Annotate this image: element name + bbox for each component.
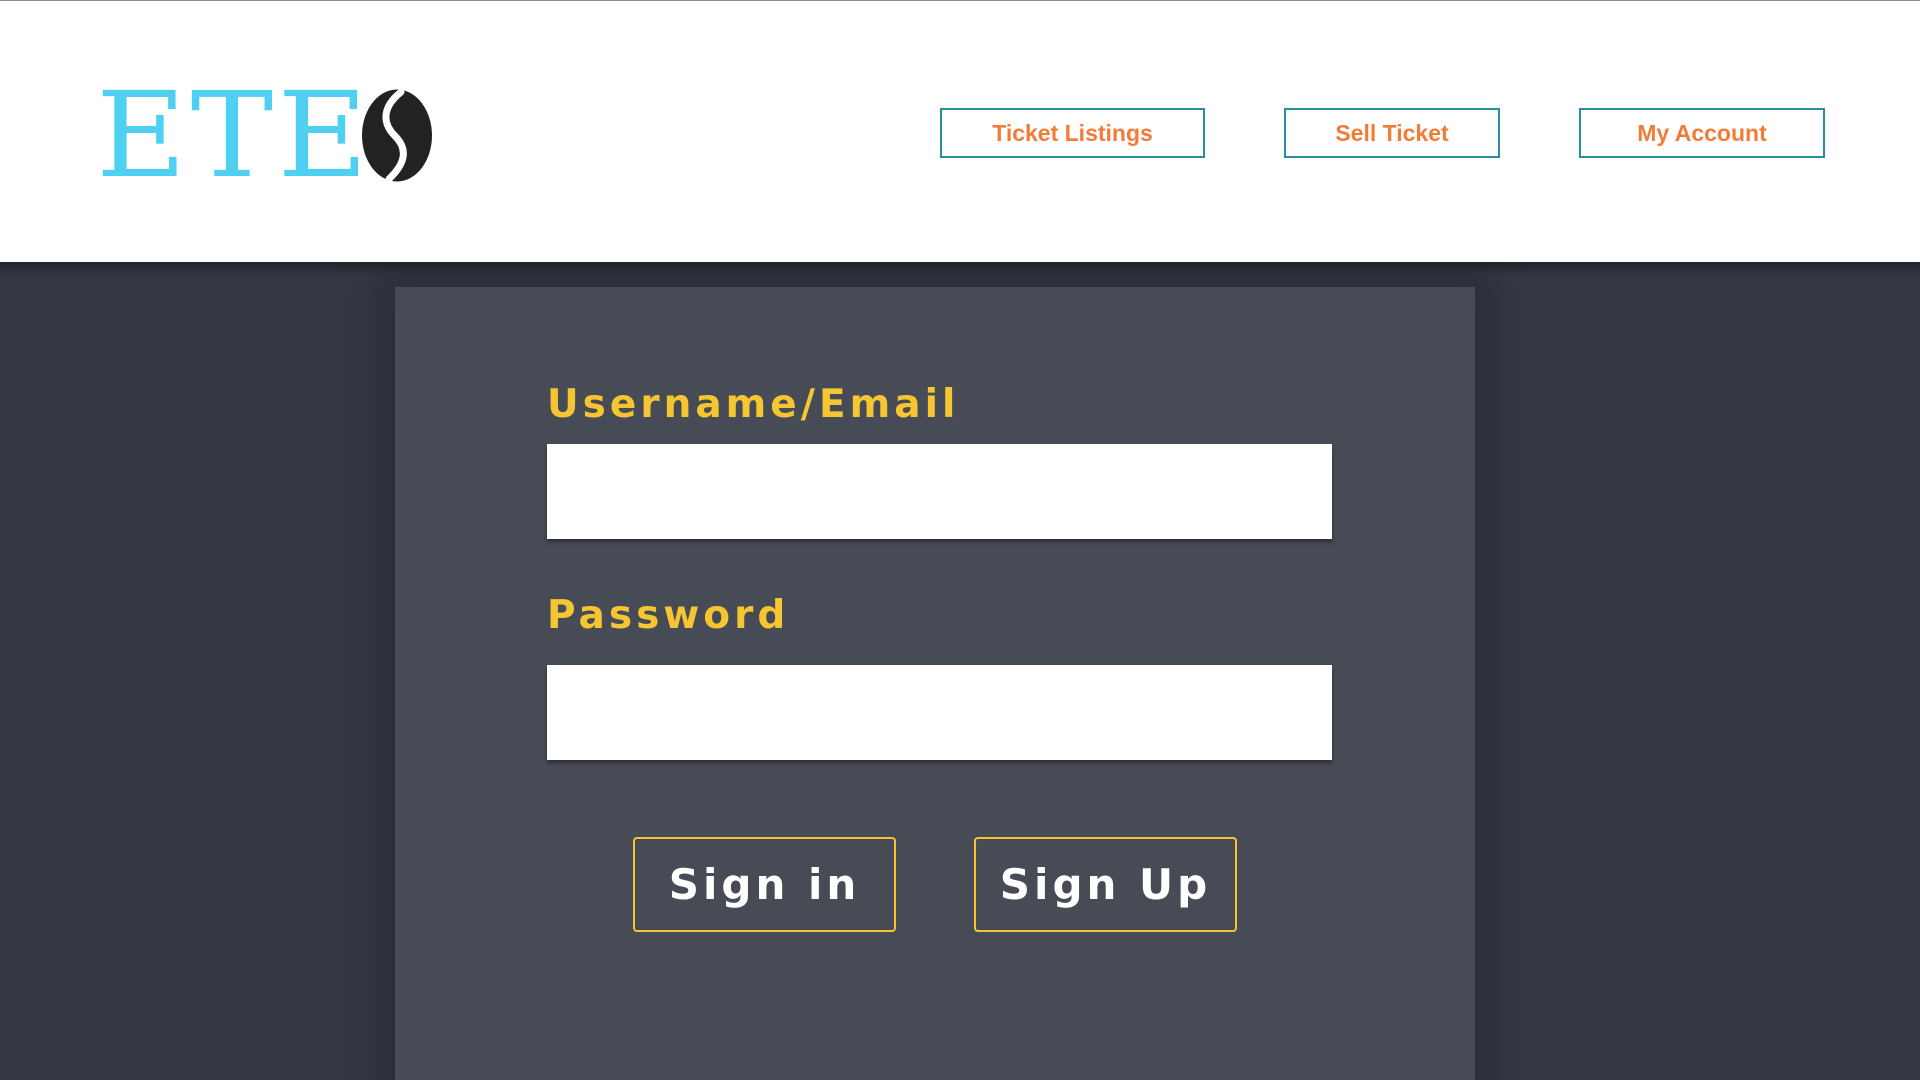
sign-in-button[interactable]: Sign in bbox=[633, 837, 896, 932]
username-label: Username/Email bbox=[547, 382, 960, 427]
logo-text: ETE bbox=[96, 66, 373, 204]
password-label: Password bbox=[547, 593, 790, 638]
nav-my-account-label: My Account bbox=[1637, 119, 1767, 146]
sign-in-label: Sign in bbox=[668, 860, 861, 909]
page: ETE Ticket Listings Sell Ticket My Accou… bbox=[0, 0, 1920, 1080]
nav-ticket-listings-label: Ticket Listings bbox=[992, 119, 1153, 146]
site-header: ETE Ticket Listings Sell Ticket My Accou… bbox=[0, 0, 1920, 262]
header-shadow bbox=[0, 262, 1920, 276]
sign-up-button[interactable]: Sign Up bbox=[974, 837, 1237, 932]
username-input[interactable] bbox=[547, 444, 1332, 539]
password-input[interactable] bbox=[547, 665, 1332, 760]
sign-up-label: Sign Up bbox=[999, 860, 1212, 909]
site-logo[interactable]: ETE bbox=[96, 66, 433, 204]
nav-sell-ticket-button[interactable]: Sell Ticket bbox=[1284, 108, 1500, 158]
nav-sell-ticket-label: Sell Ticket bbox=[1335, 119, 1449, 146]
nav-ticket-listings-button[interactable]: Ticket Listings bbox=[940, 108, 1205, 158]
nav-my-account-button[interactable]: My Account bbox=[1579, 108, 1825, 158]
